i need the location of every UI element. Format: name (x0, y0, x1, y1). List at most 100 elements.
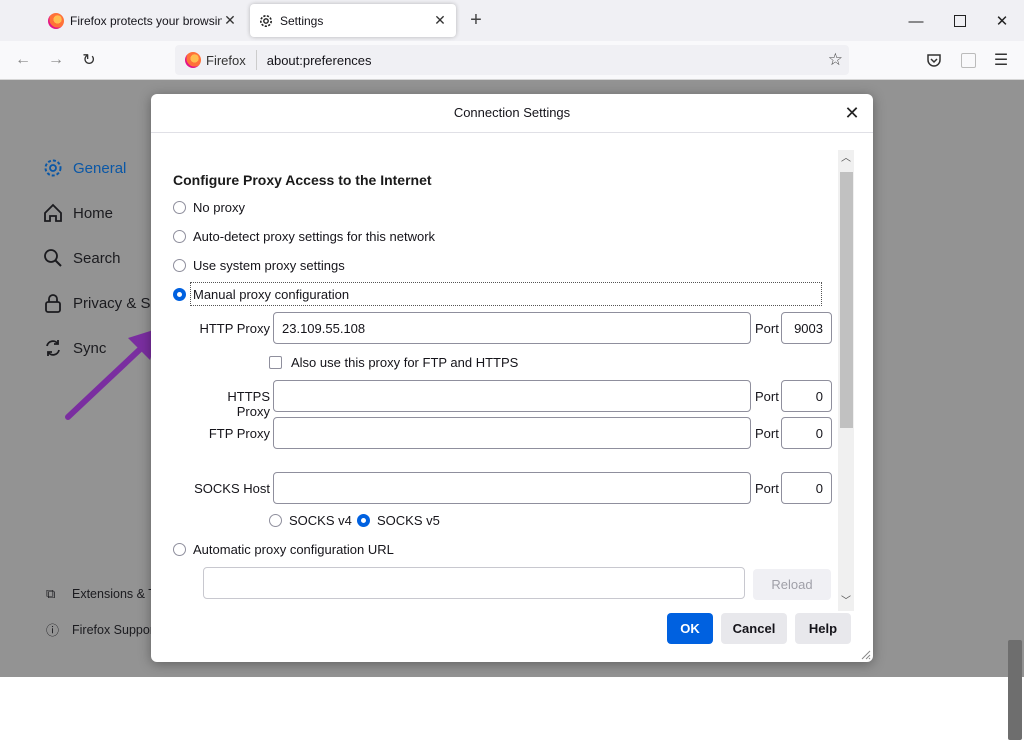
sidebar-footer-label: Extensions & T (72, 587, 156, 601)
radio-label: SOCKS v4 (289, 513, 352, 528)
close-icon[interactable]: ✕ (841, 102, 863, 124)
ftp-port-label: Port (755, 426, 779, 441)
puzzle-icon: ⧉ (46, 586, 56, 601)
dialog-title: Connection Settings (151, 94, 873, 133)
maximize-icon[interactable] (948, 9, 972, 33)
dialog-body: Configure Proxy Access to the Internet N… (151, 133, 873, 611)
http-port-input[interactable]: 9003 (781, 312, 832, 344)
sidebar-footer-extensions[interactable]: ⧉ Extensions & T (46, 586, 156, 602)
minimize-icon[interactable]: — (904, 9, 928, 33)
sidebar-item-label: Privacy & Se (73, 294, 159, 312)
pocket-icon[interactable] (923, 49, 945, 71)
sidebar-footer-label: Firefox Suppor (72, 622, 154, 637)
https-proxy-label: HTTPS Proxy (227, 389, 270, 419)
sidebar-item-general[interactable]: General (42, 157, 126, 179)
radio-button[interactable] (173, 201, 186, 214)
radio-auto-detect[interactable]: Auto-detect proxy settings for this netw… (173, 229, 435, 244)
socks-host-label: SOCKS Host (194, 481, 270, 496)
auto-config-url-input[interactable] (203, 567, 745, 599)
navigation-toolbar: ← → ↻ Firefox about:preferences ☆ ☰ (0, 41, 1024, 80)
radio-socks-v5[interactable]: SOCKS v5 (357, 513, 440, 528)
tab-title: Firefox protects your browsing. Y (70, 13, 222, 28)
sidebar-item-home[interactable]: Home (42, 202, 113, 224)
radio-no-proxy[interactable]: No proxy (173, 200, 245, 215)
radio-button[interactable] (173, 543, 186, 556)
sidebar-item-label: Search (73, 249, 121, 267)
ftp-proxy-label: FTP Proxy (208, 426, 270, 441)
radio-manual-proxy[interactable]: Manual proxy configuration (173, 287, 349, 302)
menu-icon[interactable]: ☰ (990, 49, 1012, 71)
checkbox[interactable] (269, 356, 282, 369)
radio-auto-config-url[interactable]: Automatic proxy configuration URL (173, 542, 394, 557)
socks-port-label: Port (755, 481, 779, 496)
section-heading: Configure Proxy Access to the Internet (173, 172, 432, 188)
gear-icon (258, 13, 274, 29)
also-use-proxy-checkbox-row[interactable]: Also use this proxy for FTP and HTTPS (269, 355, 518, 370)
sidebar-item-search[interactable]: Search (42, 247, 121, 269)
radio-button[interactable] (269, 514, 282, 527)
tab-firefox-protects[interactable]: Firefox protects your browsing. Y ✕ (40, 4, 246, 37)
reload-icon[interactable]: ↻ (78, 49, 100, 71)
http-proxy-label: HTTP Proxy (199, 321, 270, 336)
socks-host-input[interactable] (273, 472, 751, 504)
http-proxy-input[interactable]: 23.109.55.108 (273, 312, 751, 344)
radio-label: Use system proxy settings (193, 258, 345, 273)
close-tab-icon[interactable]: ✕ (432, 12, 448, 29)
radio-label: Automatic proxy configuration URL (193, 542, 394, 557)
dialog-scrollbar[interactable]: ︿ ﹀ (838, 150, 854, 611)
https-proxy-input[interactable] (273, 380, 751, 412)
radio-system-proxy[interactable]: Use system proxy settings (173, 258, 345, 273)
sidebar-footer-support[interactable]: ⓘ Firefox Suppor (46, 620, 154, 639)
radio-socks-v4[interactable]: SOCKS v4 (269, 513, 352, 528)
gear-icon (42, 157, 64, 179)
checkbox-label: Also use this proxy for FTP and HTTPS (291, 355, 519, 370)
sidebar-item-label: General (73, 159, 127, 177)
close-tab-icon[interactable]: ✕ (222, 12, 238, 29)
sidebar-item-privacy[interactable]: Privacy & Se (42, 292, 159, 314)
help-button[interactable]: Help (795, 613, 851, 644)
resize-grip-icon[interactable] (859, 648, 871, 660)
https-port-label: Port (755, 389, 779, 404)
sidebar-item-label: Home (73, 204, 114, 222)
firefox-icon (48, 12, 64, 29)
new-tab-button[interactable]: + (466, 10, 486, 30)
page-scrollbar-thumb[interactable] (1008, 640, 1022, 740)
lock-icon (42, 292, 64, 314)
firefox-icon (185, 52, 201, 68)
url-bar[interactable]: Firefox about:preferences ☆ (175, 45, 849, 75)
ok-button[interactable]: OK (667, 613, 713, 644)
socks-port-input[interactable]: 0 (781, 472, 832, 504)
back-arrow-icon[interactable]: ← (12, 49, 34, 71)
bookmark-star-icon[interactable]: ☆ (828, 50, 843, 70)
connection-settings-dialog: Connection Settings ✕ Configure Proxy Ac… (151, 94, 873, 662)
forward-arrow-icon[interactable]: → (45, 49, 67, 71)
radio-label: Auto-detect proxy settings for this netw… (193, 229, 436, 244)
tab-title: Settings (280, 13, 324, 28)
radio-label: Manual proxy configuration (193, 287, 350, 302)
search-icon (42, 247, 64, 269)
close-window-icon[interactable]: ✕ (990, 9, 1014, 33)
scroll-up-icon[interactable]: ︿ (839, 153, 853, 165)
radio-label: SOCKS v5 (377, 513, 440, 528)
help-icon: ⓘ (46, 623, 60, 638)
tab-settings[interactable]: Settings ✕ (250, 4, 456, 37)
identity-label: Firefox (206, 52, 246, 68)
http-port-label: Port (755, 321, 779, 336)
tab-strip: Firefox protects your browsing. Y ✕ Sett… (0, 0, 1024, 41)
radio-button[interactable] (173, 259, 186, 272)
radio-label: No proxy (193, 200, 246, 215)
cancel-button[interactable]: Cancel (721, 613, 787, 644)
identity-box[interactable]: Firefox (175, 50, 257, 70)
scrollbar-thumb[interactable] (840, 172, 853, 428)
radio-button-selected[interactable] (173, 288, 186, 301)
scroll-down-icon[interactable]: ﹀ (839, 596, 853, 608)
ftp-proxy-input[interactable] (273, 417, 751, 449)
ftp-port-input[interactable]: 0 (781, 417, 832, 449)
reload-button[interactable]: Reload (753, 569, 831, 600)
radio-button[interactable] (173, 230, 186, 243)
https-port-input[interactable]: 0 (781, 380, 832, 412)
home-icon (42, 202, 64, 224)
url-text[interactable]: about:preferences (267, 53, 372, 68)
extension-icon[interactable] (957, 49, 979, 71)
radio-button-selected[interactable] (357, 514, 370, 527)
